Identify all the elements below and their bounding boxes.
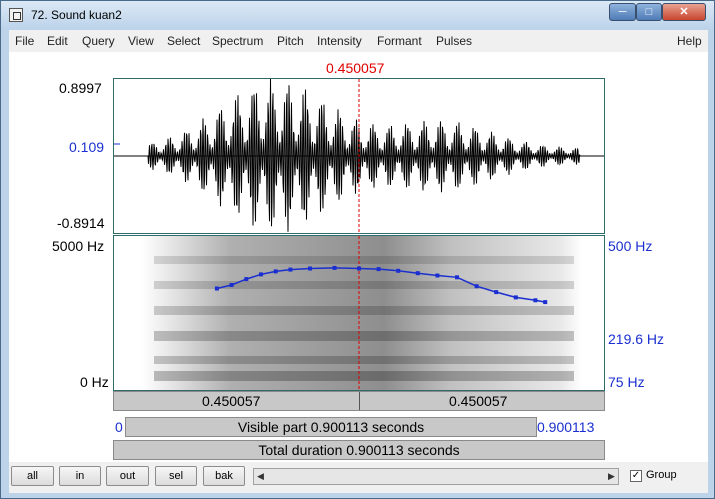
formant-band xyxy=(154,356,574,364)
pitch-point xyxy=(214,286,219,291)
pitch-point xyxy=(396,268,401,273)
menu-edit[interactable]: Edit xyxy=(47,34,68,48)
formant-band xyxy=(154,256,574,264)
pitch-max-label: 500 Hz xyxy=(608,238,653,254)
pitch-current-label: 219.6 Hz xyxy=(608,331,665,347)
pitch-point xyxy=(455,275,459,280)
button-bar: all in out sel bak ◀ ▶ ✓ Group xyxy=(9,462,708,493)
formant-band xyxy=(154,371,574,381)
close-button[interactable]: ✕ xyxy=(662,3,706,21)
menu-bar: File Edit Query View Select Spectrum Pit… xyxy=(9,30,708,52)
spectrogram-min-label: 0 Hz xyxy=(80,374,109,390)
time-left-label: 0.450057 xyxy=(202,393,261,409)
zoom-selection-button[interactable]: sel xyxy=(155,466,197,486)
visible-part-bar[interactable]: Visible part 0.900113 seconds xyxy=(125,417,537,437)
zoom-all-button[interactable]: all xyxy=(11,466,54,486)
pitch-point xyxy=(244,277,249,282)
pitch-point xyxy=(415,271,420,276)
visible-start-label: 0 xyxy=(115,419,123,435)
menu-query[interactable]: Query xyxy=(82,34,115,48)
analysis-panel[interactable]: 0.450057 0.8997 0.109 -0.8914 5000 Hz 0 … xyxy=(9,52,708,462)
minimize-button[interactable]: ─ xyxy=(609,3,636,21)
scroll-right-icon[interactable]: ▶ xyxy=(605,469,618,484)
pitch-point xyxy=(435,273,440,278)
visible-part-text: Visible part 0.900113 seconds xyxy=(237,419,425,435)
waveform-cursor-value-label: 0.109 xyxy=(69,139,105,155)
total-duration-bar[interactable]: Total duration 0.900113 seconds xyxy=(113,440,605,460)
pitch-point xyxy=(332,265,337,270)
pitch-point xyxy=(494,290,499,295)
title-bar[interactable]: 72. Sound kuan2 ─ □ ✕ xyxy=(1,1,714,29)
spectrogram-view[interactable] xyxy=(113,235,605,391)
zoom-back-button[interactable]: bak xyxy=(203,466,245,486)
waveform-min-label: -0.8914 xyxy=(57,215,105,231)
pitch-point xyxy=(357,266,361,271)
horizontal-scrollbar[interactable]: ◀ ▶ xyxy=(253,468,619,485)
menu-pulses[interactable]: Pulses xyxy=(436,34,472,48)
menu-formant[interactable]: Formant xyxy=(377,34,422,48)
total-duration-text: Total duration 0.900113 seconds xyxy=(258,442,460,458)
formant-band xyxy=(154,306,574,315)
menu-spectrum[interactable]: Spectrum xyxy=(212,34,263,48)
waveform-view[interactable] xyxy=(113,78,605,234)
menu-view[interactable]: View xyxy=(128,34,154,48)
group-label: Group xyxy=(646,469,677,481)
waveform-max-label: 0.8997 xyxy=(59,80,102,96)
window-title: 72. Sound kuan2 xyxy=(31,8,122,22)
sound-editor-window: 72. Sound kuan2 ─ □ ✕ File Edit Query Vi… xyxy=(0,0,715,499)
spectrogram-svg xyxy=(142,236,582,390)
menu-pitch[interactable]: Pitch xyxy=(277,34,304,48)
pitch-point xyxy=(273,269,278,274)
group-checkbox[interactable]: ✓ xyxy=(630,470,642,482)
pitch-point xyxy=(288,267,293,272)
app-icon xyxy=(9,8,23,22)
pitch-point xyxy=(513,295,518,300)
zoom-in-button[interactable]: in xyxy=(59,466,101,486)
time-right-label: 0.450057 xyxy=(449,393,508,409)
pitch-point xyxy=(259,272,263,277)
maximize-button[interactable]: □ xyxy=(636,3,662,21)
formant-band xyxy=(154,331,574,341)
spectrogram-max-label: 5000 Hz xyxy=(52,238,105,254)
menu-intensity[interactable]: Intensity xyxy=(317,34,362,48)
menu-file[interactable]: File xyxy=(15,34,34,48)
editor-client: File Edit Query View Select Spectrum Pit… xyxy=(9,30,708,493)
zoom-out-button[interactable]: out xyxy=(106,466,149,486)
waveform-svg xyxy=(114,79,604,233)
pitch-point xyxy=(474,284,479,289)
pitch-point xyxy=(543,300,548,305)
scroll-left-icon[interactable]: ◀ xyxy=(254,469,267,484)
pitch-point xyxy=(533,298,538,303)
visible-end-label: 0.900113 xyxy=(537,419,595,435)
pitch-min-label: 75 Hz xyxy=(608,374,645,390)
pitch-point xyxy=(376,267,381,272)
pitch-point xyxy=(308,266,312,271)
menu-select[interactable]: Select xyxy=(167,34,200,48)
pitch-point xyxy=(229,283,234,287)
time-bar[interactable]: 0.450057 0.450057 xyxy=(113,391,605,411)
menu-help[interactable]: Help xyxy=(677,34,702,48)
